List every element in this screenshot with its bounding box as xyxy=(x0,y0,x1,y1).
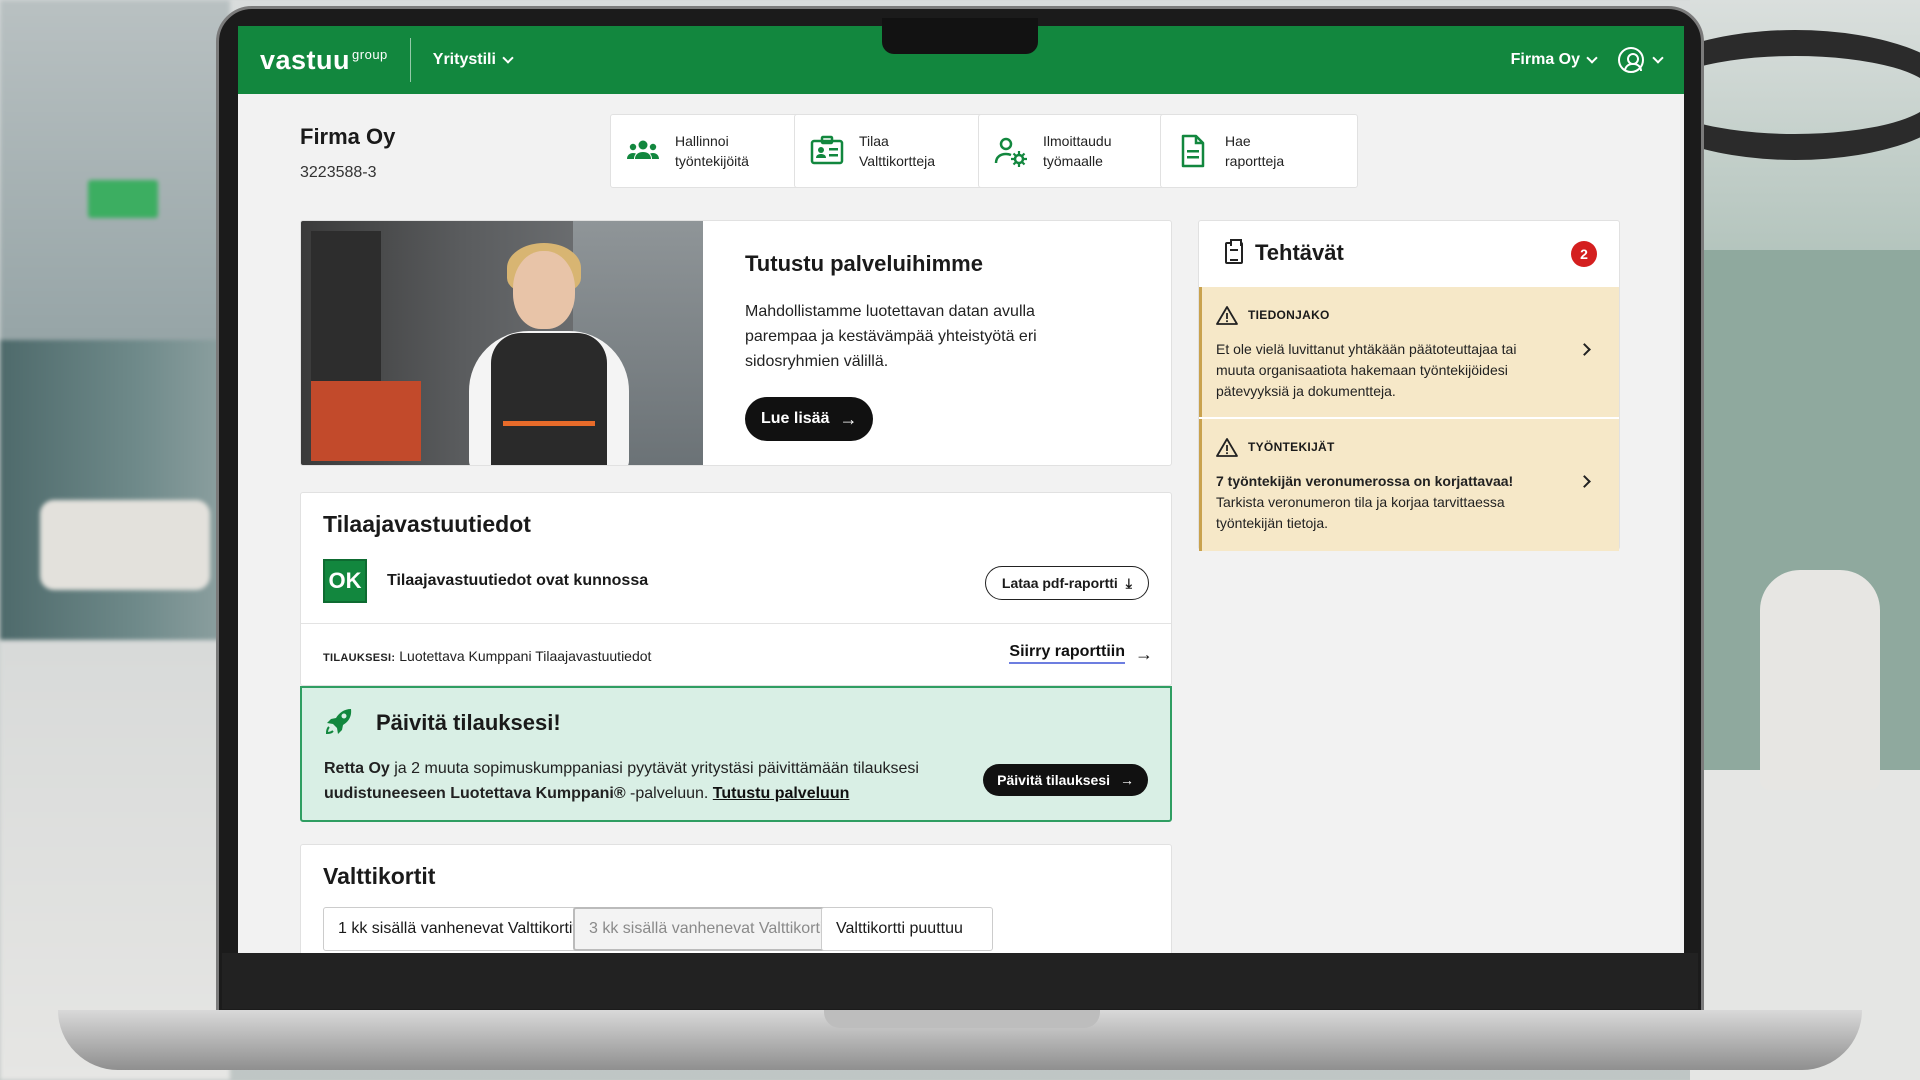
tasks-count-badge: 2 xyxy=(1571,241,1597,267)
company-business-id: 3223588-3 xyxy=(300,164,377,181)
download-pdf-label: Lataa pdf-raportti xyxy=(1001,575,1118,591)
task-headline: 7 työntekijän veronumerossa on korjattav… xyxy=(1216,473,1514,489)
subscription-prefix: TILAUKSESI: xyxy=(323,652,396,664)
chevron-down-icon xyxy=(1586,52,1598,64)
quick-action-label: Hae raportteja xyxy=(1225,133,1285,169)
go-to-report-label: Siirry raporttiin xyxy=(1009,643,1125,664)
organization-label: Firma Oy xyxy=(1510,51,1580,68)
task-category: TYÖNTEKIJÄT xyxy=(1248,440,1335,454)
update-subscription-text: Retta Oy ja 2 muuta sopimuskumppaniasi p… xyxy=(324,760,919,802)
requesting-company: Retta Oy xyxy=(324,760,390,777)
arrow-right-icon: → xyxy=(839,409,858,429)
tasks-title: Tehtävät xyxy=(1255,240,1344,265)
laptop-lip xyxy=(824,1010,1100,1028)
task-category: TIEDONJAKO xyxy=(1248,308,1330,322)
order-valttikortti-button[interactable]: Tilaa Valttikortteja xyxy=(794,114,992,188)
read-more-label: Lue lisää xyxy=(761,410,830,427)
laptop-base xyxy=(58,1010,1862,1070)
task-item[interactable]: TYÖNTEKIJÄT 7 työntekijän veronumerossa … xyxy=(1199,419,1619,551)
update-subscription-title: Päivitä tilauksesi! xyxy=(376,710,561,735)
user-menu[interactable] xyxy=(1618,47,1664,73)
quick-action-label: Tilaa Valttikortteja xyxy=(859,133,935,169)
contractor-liability-title: Tilaajavastuutiedot xyxy=(323,511,531,537)
arrow-right-icon: → xyxy=(1120,772,1134,788)
clipboard-icon xyxy=(1225,239,1243,264)
update-subscription-label: Päivitä tilauksesi xyxy=(997,772,1110,788)
arrow-right-icon: → xyxy=(1135,643,1153,664)
quick-action-label: Hallinnoi työntekijöitä xyxy=(675,133,749,169)
promo-photo-worker xyxy=(301,221,703,465)
promo-description: Mahdollistamme luotettavan datan avulla … xyxy=(745,303,1037,370)
id-card-icon xyxy=(810,135,844,165)
background-office-right xyxy=(1630,0,1920,1080)
services-promo-card: Tutustu palveluihimme Mahdollistamme luo… xyxy=(300,220,1172,466)
logo-superscript: group xyxy=(352,46,388,62)
header-separator xyxy=(409,38,411,82)
user-avatar-icon xyxy=(1618,47,1644,73)
tab-expiring-3-months[interactable]: 3 kk sisällä vanhenevat Valttikortit xyxy=(573,907,844,951)
task-item[interactable]: TIEDONJAKO Et ole vielä luvittanut yhtäk… xyxy=(1199,287,1619,417)
rocket-icon xyxy=(325,709,352,735)
account-switch-label: Yritystili xyxy=(432,51,496,68)
subscription-info: TILAUKSESI: Luotettava Kumppani Tilaajav… xyxy=(323,648,651,664)
background-chair xyxy=(1760,570,1880,790)
update-subscription-banner: Päivitä tilauksesi! Retta Oy ja 2 muuta … xyxy=(300,686,1172,822)
document-icon xyxy=(1181,134,1205,168)
chevron-right-icon xyxy=(1578,475,1591,488)
valttikortit-card: Valttikortit 1 kk sisällä vanhenevat Val… xyxy=(300,844,1172,953)
chevron-down-icon xyxy=(1652,52,1664,64)
get-reports-button[interactable]: Hae raportteja xyxy=(1160,114,1358,188)
chevron-right-icon xyxy=(1578,343,1591,356)
app-screen: vastuu group Yritystili Firma Oy Firma O… xyxy=(238,26,1684,953)
go-to-report-link[interactable]: Siirry raporttiin → xyxy=(1009,643,1153,664)
users-icon xyxy=(627,140,659,159)
liability-status-text: Tilaajavastuutiedot ovat kunnossa xyxy=(387,572,649,589)
laptop-notch xyxy=(882,18,1038,54)
valttikortit-title: Valttikortit xyxy=(323,863,436,889)
tasks-panel: Tehtävät 2 TIEDONJAKO Et ole vielä luvit… xyxy=(1198,220,1620,551)
account-switch-dropdown[interactable]: Yritystili xyxy=(432,51,514,69)
subscription-name: Luotettava Kumppani Tilaajavastuutiedot xyxy=(399,648,652,664)
warning-icon xyxy=(1216,438,1238,457)
download-icon: ⤓ xyxy=(1125,574,1132,591)
ok-status-badge: OK xyxy=(323,559,367,603)
manage-employees-button[interactable]: Hallinnoi työntekijöitä xyxy=(610,114,808,188)
read-more-button[interactable]: Lue lisää → xyxy=(745,397,874,441)
explore-service-link[interactable]: Tutustu palveluun xyxy=(713,785,850,802)
organization-dropdown[interactable]: Firma Oy xyxy=(1510,51,1598,69)
user-gear-icon xyxy=(994,137,1027,167)
background-exit-sign xyxy=(88,180,158,218)
quick-action-label: Ilmoittaudu työmaalle xyxy=(1043,133,1112,169)
tab-missing-valttikortti[interactable]: Valttikortti puuttuu xyxy=(821,907,993,951)
logo-text: vastuu xyxy=(260,44,351,75)
tab-expiring-1-month[interactable]: 1 kk sisällä vanhenevat Valttikortit xyxy=(323,907,592,951)
card-divider xyxy=(301,623,1171,624)
download-pdf-report-button[interactable]: Lataa pdf-raportti ⤓ xyxy=(984,566,1149,600)
update-subscription-button[interactable]: Päivitä tilauksesi → xyxy=(983,764,1148,796)
background-office-left xyxy=(0,0,230,1080)
laptop-bezel xyxy=(222,953,1698,1009)
site-check-in-button[interactable]: Ilmoittaudu työmaalle xyxy=(978,114,1176,188)
task-description: 7 työntekijän veronumerossa on korjattav… xyxy=(1216,471,1556,534)
warning-icon xyxy=(1216,306,1238,325)
contractor-liability-card: Tilaajavastuutiedot OK Tilaajavastuutied… xyxy=(300,492,1172,686)
promo-title: Tutustu palveluihimme xyxy=(745,251,983,276)
task-description: Et ole vielä luvittanut yhtäkään päätote… xyxy=(1216,341,1517,399)
tasks-header: Tehtävät 2 xyxy=(1199,221,1619,287)
background-glass-wall xyxy=(0,340,230,640)
main-content: Firma Oy 3223588-3 Hallinnoi työntekijöi… xyxy=(238,94,1684,953)
vastuu-logo[interactable]: vastuu group xyxy=(260,45,388,76)
company-name: Firma Oy xyxy=(300,124,396,149)
chevron-down-icon xyxy=(502,52,514,64)
background-sofa xyxy=(40,500,210,590)
